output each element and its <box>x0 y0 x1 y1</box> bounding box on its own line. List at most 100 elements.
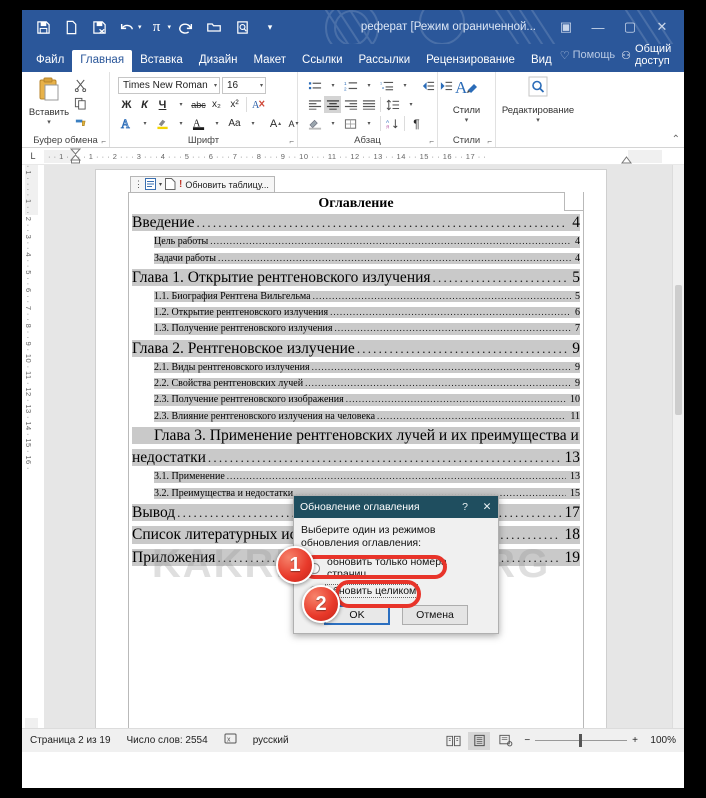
line-spacing-icon[interactable] <box>384 96 401 113</box>
text-effects-icon[interactable]: A <box>118 115 135 132</box>
save-icon[interactable] <box>30 14 56 40</box>
toc-entry[interactable]: Глава 1. Открытие рентгеновского излучен… <box>132 268 580 287</box>
strikethrough-button[interactable]: abc <box>190 96 207 113</box>
tab-review[interactable]: Рецензирование <box>418 50 523 72</box>
web-layout-icon[interactable] <box>494 732 516 750</box>
zoom-slider[interactable]: − + <box>524 734 638 747</box>
collapse-ribbon-icon[interactable]: ⌃ <box>672 134 680 145</box>
radio-update-page-numbers[interactable]: обновить только номера страниц <box>309 555 491 581</box>
multilevel-caret-icon[interactable]: ▾ <box>403 82 406 89</box>
dialog-close-button[interactable]: ✕ <box>476 501 498 513</box>
toc-entry[interactable]: Введение ...............................… <box>132 214 580 232</box>
shading-caret-icon[interactable]: ▾ <box>331 120 334 127</box>
drag-handle-icon[interactable]: ⋮ <box>134 179 143 190</box>
font-name-input[interactable]: Times New Roman ▾ <box>118 77 220 94</box>
toc-entry[interactable]: Цель работы ............................… <box>154 236 580 248</box>
toc-entry[interactable]: 1.1. Биография Рентгена Вильгельма .....… <box>154 291 580 303</box>
editing-button[interactable]: Редактирование ▾ <box>501 76 575 124</box>
text-highlight-icon[interactable] <box>154 115 171 132</box>
scrollbar-thumb[interactable] <box>675 285 682 415</box>
underline-caret-icon[interactable]: ▾ <box>172 96 189 113</box>
zoom-out-button[interactable]: − <box>524 735 530 746</box>
proofing-status[interactable]: x <box>224 733 237 748</box>
align-left-icon[interactable] <box>306 96 323 113</box>
borders-caret-icon[interactable]: ▾ <box>367 120 370 127</box>
customize-qat-icon[interactable]: ▾ <box>257 14 283 40</box>
repeat-pi-icon[interactable]: π <box>144 14 170 40</box>
toc-entry[interactable]: 2.2. Свойства рентгеновских лучей ......… <box>154 378 580 390</box>
numbering-icon[interactable]: 12 <box>342 77 359 94</box>
ribbon-display-options-button[interactable]: ▣ <box>550 12 582 42</box>
indent-markers-icon[interactable] <box>70 148 81 164</box>
clear-formatting-icon[interactable]: A <box>250 96 267 113</box>
redo-icon[interactable] <box>173 14 199 40</box>
dialog-help-button[interactable]: ? <box>454 501 476 513</box>
save-as-icon[interactable] <box>86 14 112 40</box>
repeat-dropdown-caret[interactable]: ▾ <box>168 23 172 31</box>
zoom-thumb[interactable] <box>579 734 583 747</box>
styles-button[interactable]: A Стили ▾ <box>443 76 490 124</box>
font-color-icon[interactable]: A <box>190 115 207 132</box>
toc-entry[interactable]: недостатки .............................… <box>132 449 580 467</box>
page-indicator[interactable]: Страница 2 из 19 <box>30 735 111 746</box>
bold-button[interactable]: Ж <box>118 96 135 113</box>
tab-file[interactable]: Файл <box>28 50 72 72</box>
font-size-input[interactable]: 16 ▾ <box>222 77 266 94</box>
tab-layout[interactable]: Макет <box>245 50 294 72</box>
format-painter-icon[interactable] <box>71 113 89 129</box>
toc-entry[interactable]: 2.3. Получение рентгеновского изображени… <box>154 394 580 406</box>
borders-icon[interactable] <box>342 115 359 132</box>
toc-chip-caret-icon[interactable]: ▾ <box>159 181 162 188</box>
styles-dialog-launcher-icon[interactable]: ⌐ <box>487 137 492 146</box>
minimize-button[interactable]: — <box>582 12 614 42</box>
change-case-caret-icon[interactable]: ▾ <box>251 120 254 127</box>
tab-view[interactable]: Вид <box>523 50 560 72</box>
zoom-track[interactable] <box>535 734 628 747</box>
print-layout-icon[interactable] <box>468 731 491 750</box>
subscript-button[interactable]: x₂ <box>208 96 225 113</box>
paste-caret-icon[interactable]: ▾ <box>47 118 51 126</box>
tab-home[interactable]: Главная <box>72 50 133 72</box>
editing-caret-icon[interactable]: ▾ <box>536 116 540 124</box>
shading-icon[interactable] <box>306 115 323 132</box>
undo-dropdown-caret[interactable]: ▾ <box>138 23 142 31</box>
font-size-caret-icon[interactable]: ▾ <box>256 82 263 89</box>
tab-mailings[interactable]: Рассылки <box>351 50 419 72</box>
share-button[interactable]: ⚇ Общий доступ <box>621 43 676 67</box>
toc-entry[interactable]: Глава 3. Применение рентгеновских лучей … <box>132 426 580 445</box>
multilevel-list-icon[interactable]: 1a <box>378 77 395 94</box>
toc-field-frame[interactable]: Оглавление Введение ....................… <box>128 192 584 728</box>
language-indicator[interactable]: русский <box>253 735 289 746</box>
line-spacing-caret-icon[interactable]: ▾ <box>409 101 412 108</box>
vertical-scrollbar[interactable] <box>672 165 684 728</box>
superscript-button[interactable]: x² <box>226 96 243 113</box>
styles-caret-icon[interactable]: ▾ <box>465 116 469 124</box>
toc-entry[interactable]: Глава 2. Рентгеновское излучение .......… <box>132 339 580 358</box>
word-count[interactable]: Число слов: 2554 <box>127 735 208 746</box>
font-name-caret-icon[interactable]: ▾ <box>210 82 217 89</box>
italic-button[interactable]: К <box>136 96 153 113</box>
text-effects-caret-icon[interactable]: ▾ <box>143 120 146 127</box>
open-folder-icon[interactable] <box>201 14 227 40</box>
font-dialog-launcher-icon[interactable]: ⌐ <box>289 137 294 146</box>
align-center-icon[interactable] <box>324 96 341 113</box>
toc-entry[interactable]: 1.3. Получение рентгеновского излучения … <box>154 323 580 335</box>
copy-icon[interactable] <box>71 95 89 111</box>
align-right-icon[interactable] <box>342 96 359 113</box>
tell-me-search[interactable]: ♡ Помощь <box>560 49 615 62</box>
horizontal-ruler-track[interactable]: · · 1 · · · · 1 · · · 2 · · · 3 · · · 4 … <box>44 148 662 164</box>
tab-design[interactable]: Дизайн <box>191 50 246 72</box>
vertical-ruler[interactable]: · 1 · · · · 1 · · 2 · · 3 · · 4 · · 5 · … <box>22 165 44 728</box>
tab-insert[interactable]: Вставка <box>132 50 191 72</box>
tab-stop-selector[interactable]: L <box>22 151 44 161</box>
maximize-button[interactable]: ▢ <box>614 12 646 42</box>
highlight-caret-icon[interactable]: ▾ <box>179 120 182 127</box>
toc-entry[interactable]: 1.2. Открытие рентгеновского излучения .… <box>154 307 580 319</box>
grow-font-icon[interactable]: A ▴ <box>267 115 284 132</box>
zoom-in-button[interactable]: + <box>632 735 638 746</box>
bullets-icon[interactable] <box>306 77 323 94</box>
cancel-button[interactable]: Отмена <box>402 605 468 626</box>
cut-icon[interactable] <box>71 77 89 93</box>
underline-button[interactable]: Ч <box>154 96 171 113</box>
bullets-caret-icon[interactable]: ▾ <box>331 82 334 89</box>
